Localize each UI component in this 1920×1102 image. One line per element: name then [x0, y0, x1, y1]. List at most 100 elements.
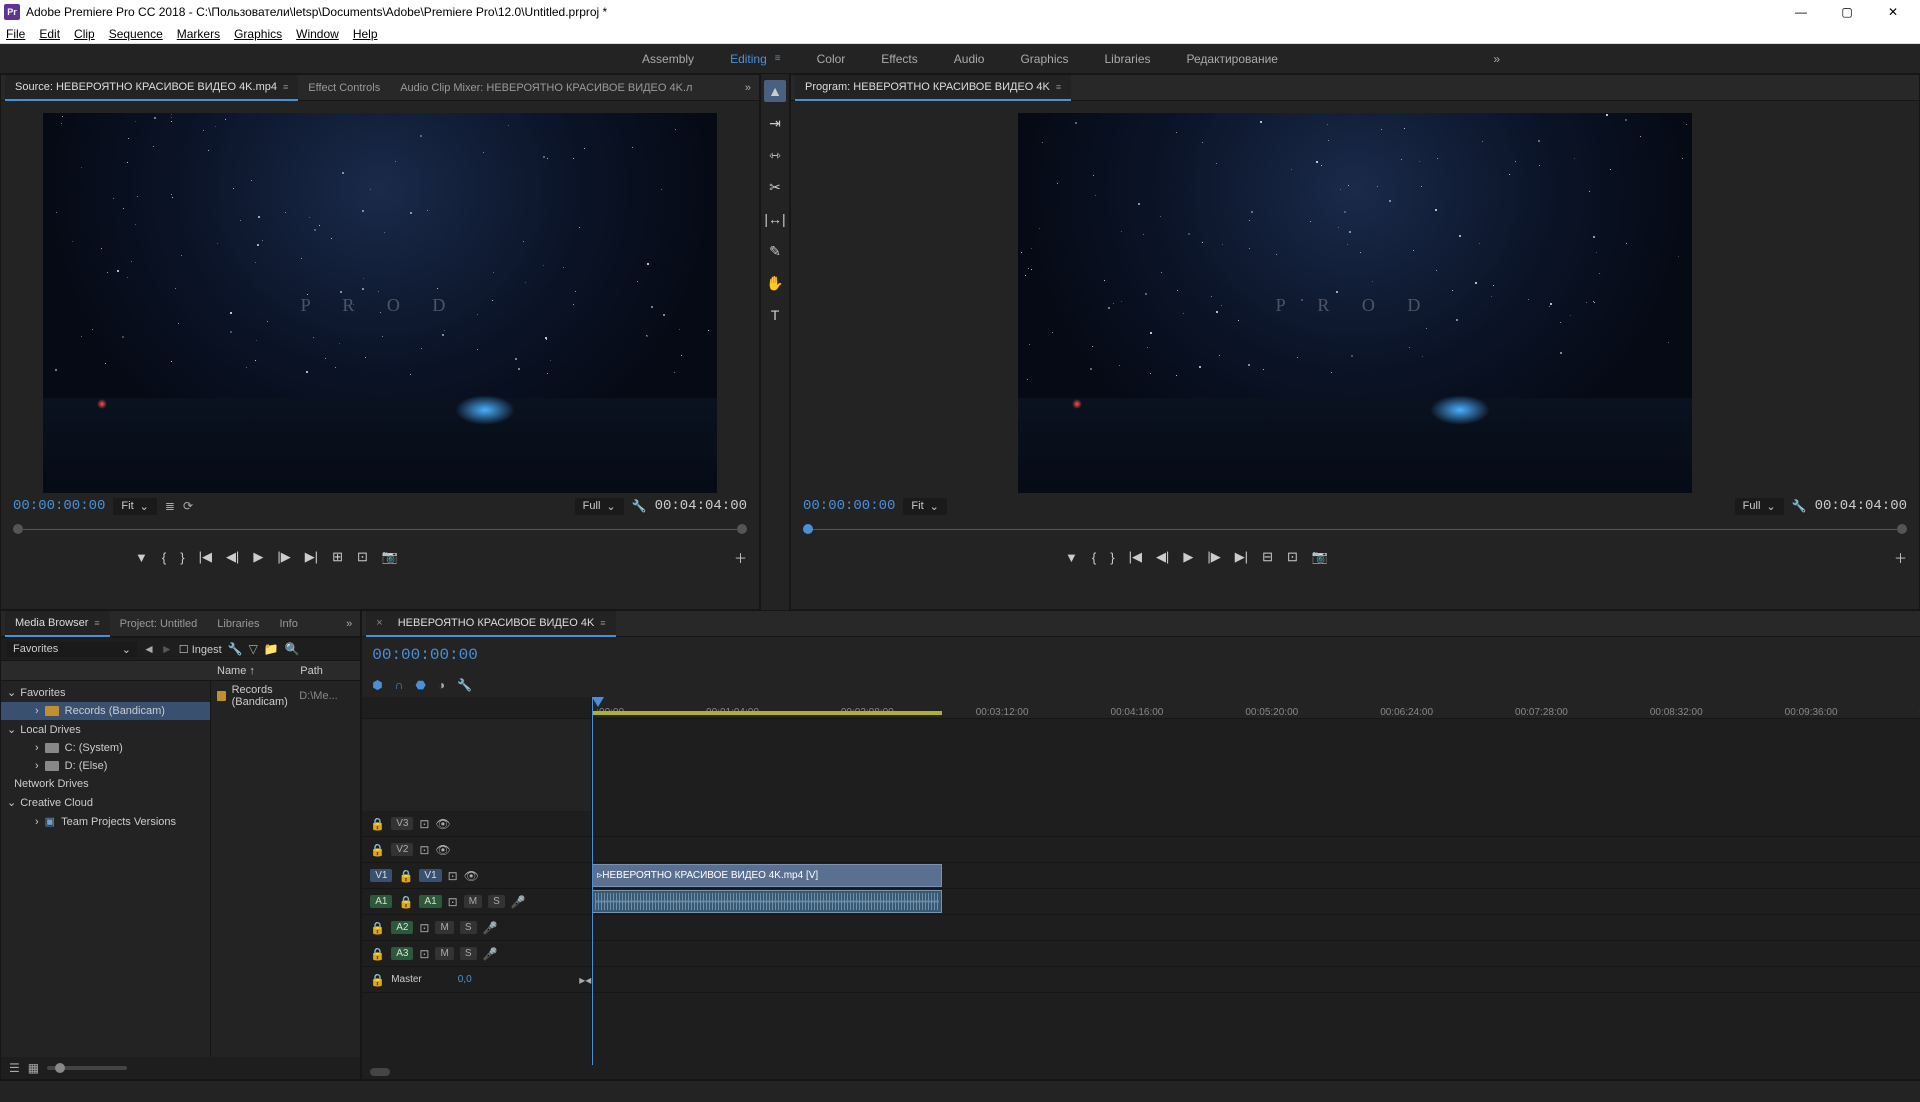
export-frame-button[interactable]: 📷: [1312, 549, 1328, 565]
goto-in-button[interactable]: |◀: [1129, 549, 1142, 565]
settings-icon[interactable]: ≣: [165, 499, 175, 513]
lock-icon[interactable]: 🔒: [370, 921, 385, 935]
sync-lock-icon[interactable]: ⊡: [419, 921, 429, 935]
razor-tool[interactable]: ✂: [764, 176, 786, 198]
solo-button[interactable]: S: [460, 921, 477, 934]
workspace-libraries[interactable]: Libraries: [1087, 44, 1169, 74]
wrench-icon[interactable]: 🔧: [457, 678, 472, 692]
wrench-icon[interactable]: 🔧: [228, 642, 243, 656]
eye-icon[interactable]: 👁: [435, 817, 450, 831]
work-area-bar[interactable]: [592, 711, 942, 715]
lock-icon[interactable]: 🔒: [398, 895, 413, 909]
mic-icon[interactable]: 🎤: [511, 895, 526, 909]
track-a1[interactable]: A1: [419, 895, 441, 908]
menu-sequence[interactable]: Sequence: [109, 27, 163, 41]
playhead-icon[interactable]: [592, 697, 604, 707]
list-item[interactable]: Records (Bandicam) D:\Me...: [211, 681, 360, 711]
tree-drive-c[interactable]: ›C: (System): [1, 739, 210, 757]
play-button[interactable]: ▶: [253, 549, 263, 565]
tabs-overflow-icon[interactable]: »: [346, 618, 360, 630]
src-v1[interactable]: V1: [370, 869, 392, 882]
thumb-view-icon[interactable]: ▦: [28, 1061, 39, 1075]
src-a1[interactable]: A1: [370, 895, 392, 908]
workspace-overflow[interactable]: »: [1493, 52, 1500, 66]
workspace-graphics[interactable]: Graphics: [1002, 44, 1086, 74]
audio-clip[interactable]: [592, 890, 942, 913]
lock-icon[interactable]: 🔒: [370, 843, 385, 857]
workspace-assembly[interactable]: Assembly: [624, 44, 712, 74]
goto-in-button[interactable]: |◀: [199, 549, 212, 565]
mute-button[interactable]: M: [435, 921, 453, 934]
tab-source[interactable]: Source: НЕВЕРОЯТНО КРАСИВОЕ ВИДЕО 4K.mp4…: [5, 75, 298, 101]
track-v3[interactable]: V3: [391, 817, 413, 830]
tab-program[interactable]: Program: НЕВЕРОЯТНО КРАСИВОЕ ВИДЕО 4K≡: [795, 75, 1071, 101]
track-row-master[interactable]: [592, 967, 1920, 993]
timeline-scrollbar[interactable]: [362, 1065, 1920, 1079]
forward-icon[interactable]: ►: [161, 642, 173, 656]
mic-icon[interactable]: 🎤: [483, 947, 498, 961]
add-button-icon[interactable]: ＋: [734, 548, 747, 567]
linked-sel-icon[interactable]: ∩: [395, 678, 404, 692]
tab-audio-mixer[interactable]: Audio Clip Mixer: НЕВЕРОЯТНО КРАСИВОЕ ВИ…: [390, 75, 702, 101]
ingest-checkbox[interactable]: ☐ Ingest: [179, 643, 222, 656]
col-path[interactable]: Path: [300, 665, 360, 677]
program-monitor[interactable]: P R O D 00:00:00:00 Fit⌄ Full⌄ 🔧 00:04:0…: [791, 101, 1919, 609]
menu-clip[interactable]: Clip: [74, 27, 95, 41]
goto-out-button[interactable]: ▶|: [305, 549, 318, 565]
wrench-icon[interactable]: 🔧: [1792, 499, 1807, 513]
tab-info[interactable]: Info: [269, 611, 307, 637]
hand-tool[interactable]: ✋: [764, 272, 786, 294]
tree-favorites[interactable]: ⌄Favorites: [1, 683, 210, 702]
tab-effect-controls[interactable]: Effect Controls: [298, 75, 390, 101]
source-time-ruler[interactable]: [13, 519, 747, 539]
marker-add-icon[interactable]: ⬣: [415, 678, 425, 692]
track-row-v3[interactable]: [592, 811, 1920, 837]
snap-icon[interactable]: ⬢: [372, 678, 382, 692]
lock-icon[interactable]: 🔒: [370, 817, 385, 831]
track-row-a2[interactable]: [592, 915, 1920, 941]
track-v2[interactable]: V2: [391, 843, 413, 856]
solo-button[interactable]: S: [460, 947, 477, 960]
workspace-editing[interactable]: Editing≡: [712, 44, 799, 74]
step-fwd-button[interactable]: |▶: [1207, 549, 1220, 565]
minimize-button[interactable]: —: [1778, 0, 1824, 24]
tree-network-drives[interactable]: Network Drives: [1, 775, 210, 793]
insert-button[interactable]: ⊞: [332, 549, 343, 565]
step-back-button[interactable]: ◀|: [1156, 549, 1169, 565]
settings-icon[interactable]: ◑: [438, 678, 445, 692]
playhead-line[interactable]: [592, 697, 593, 1065]
sync-lock-icon[interactable]: ⊡: [448, 869, 458, 883]
program-preview[interactable]: P R O D: [1018, 113, 1692, 493]
back-icon[interactable]: ◄: [143, 642, 155, 656]
timeline-timecode[interactable]: 00:00:00:00: [372, 646, 478, 664]
sync-lock-icon[interactable]: ⊡: [419, 947, 429, 961]
timeline-track-area[interactable]: :00:0000:01:04:0000:02:08:0000:03:12:000…: [592, 697, 1920, 1065]
favorites-dropdown[interactable]: Favorites⌄: [7, 642, 137, 657]
pen-tool[interactable]: ✎: [764, 240, 786, 262]
tree-team-projects[interactable]: ›▣Team Projects Versions: [1, 812, 210, 831]
lock-icon[interactable]: 🔒: [370, 947, 385, 961]
ripple-edit-tool[interactable]: ⇿: [764, 144, 786, 166]
eye-icon[interactable]: 👁: [435, 843, 450, 857]
timeline-ruler[interactable]: :00:0000:01:04:0000:02:08:0000:03:12:000…: [592, 697, 1920, 719]
tree-creative-cloud[interactable]: ⌄Creative Cloud: [1, 793, 210, 812]
mark-out-button2[interactable]: }: [180, 550, 184, 565]
master-level[interactable]: 0,0: [458, 974, 472, 985]
sync-lock-icon[interactable]: ⊡: [419, 817, 429, 831]
source-timecode-in[interactable]: 00:00:00:00: [13, 498, 105, 514]
program-quality-dropdown[interactable]: Full⌄: [1735, 498, 1784, 515]
track-row-v2[interactable]: [592, 837, 1920, 863]
program-zoom-dropdown[interactable]: Fit⌄: [903, 498, 946, 515]
track-row-v1[interactable]: ▹ НЕВЕРОЯТНО КРАСИВОЕ ВИДЕО 4K.mp4 [V]: [592, 863, 1920, 889]
mark-out-button2[interactable]: }: [1110, 550, 1114, 565]
tab-project[interactable]: Project: Untitled: [110, 611, 208, 637]
workspace-effects[interactable]: Effects: [863, 44, 935, 74]
mute-button[interactable]: M: [464, 895, 482, 908]
lock-icon[interactable]: 🔒: [398, 869, 413, 883]
tabs-overflow-icon[interactable]: »: [745, 82, 759, 94]
tab-sequence[interactable]: × НЕВЕРОЯТНО КРАСИВОЕ ВИДЕО 4K≡: [366, 611, 615, 637]
mark-out-button[interactable]: {: [1092, 550, 1096, 565]
source-preview[interactable]: P R O D: [43, 113, 717, 493]
play-button[interactable]: ▶: [1183, 549, 1193, 565]
menu-file[interactable]: File: [6, 27, 25, 41]
